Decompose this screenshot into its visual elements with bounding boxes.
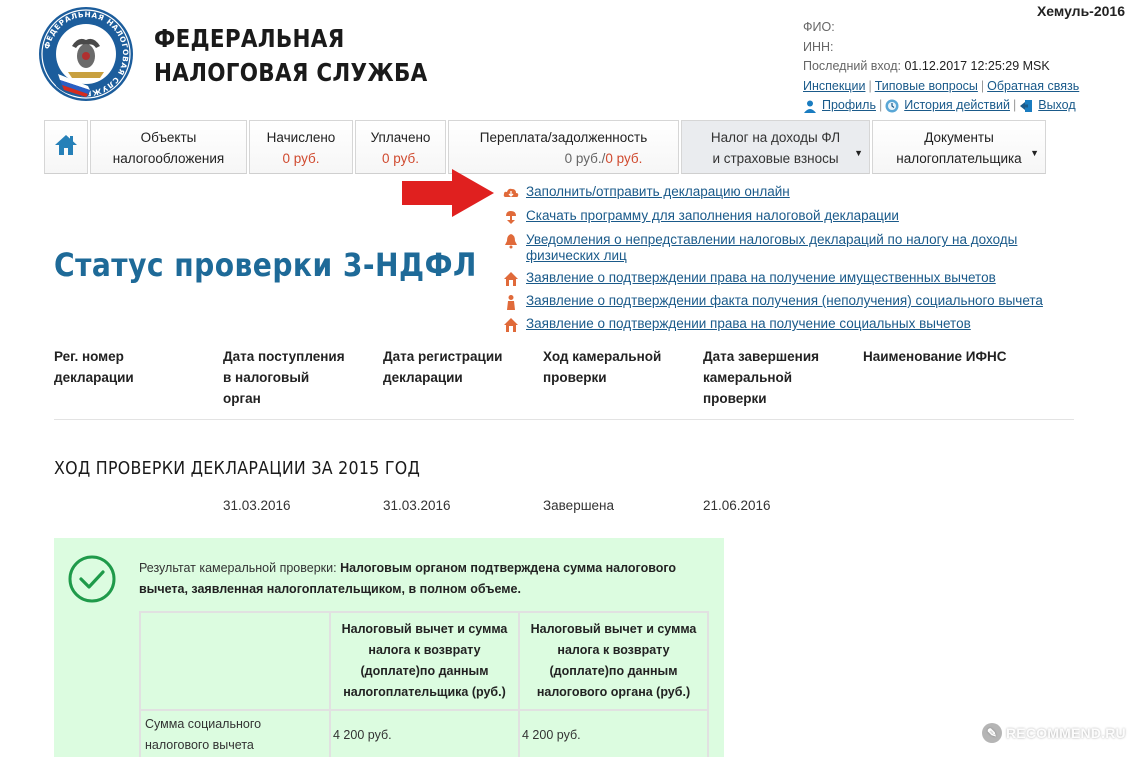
inn-label: ИНН: [803, 39, 834, 54]
page-title: Статус проверки 3-НДФЛ [54, 246, 477, 284]
registration-date-value: 31.03.2016 [383, 498, 451, 513]
house-icon [504, 272, 518, 286]
history-link[interactable]: История действий [904, 96, 1010, 116]
row-label: Сумма социального налогового вычета [139, 709, 331, 757]
col-reg-number: Рег. номер декларации [54, 349, 134, 385]
history-icon [885, 99, 899, 113]
col-audit-progress: Ход камеральной проверки [543, 349, 662, 385]
col-taxpayer-data: Налоговый вычет и сумма налога к возврату… [329, 611, 520, 711]
col-ifns-name: Наименование ИФНС [863, 349, 1007, 364]
table-row: Сумма социального налогового вычета 4 200… [139, 709, 709, 757]
main-nav: Объекты налогообложения Начислено 0 руб.… [44, 120, 1048, 174]
fns-logo[interactable]: ФЕДЕРАЛЬНАЯ НАЛОГОВАЯ СЛУЖБА [38, 6, 134, 102]
author-watermark: Хемуль-2016 [1036, 3, 1125, 19]
tab-accrued[interactable]: Начислено 0 руб. [249, 120, 353, 174]
overpayment-amount: 0 руб. [564, 151, 602, 166]
brand-line-1: ФЕДЕРАЛЬНАЯ [154, 24, 345, 53]
completion-date-value: 21.06.2016 [703, 498, 771, 513]
home-icon [55, 135, 77, 155]
col-completion-date: Дата завершения камеральной проверки [703, 349, 820, 406]
house-icon [504, 318, 518, 332]
tab-documents[interactable]: Документы налогоплательщика ▼ [872, 120, 1046, 174]
bell-icon [505, 234, 517, 249]
tab-tax-objects[interactable]: Объекты налогообложения [90, 120, 247, 174]
table-header: Рег. номер декларации Дата поступления в н… [54, 346, 1074, 420]
profile-link[interactable]: Профиль [822, 96, 876, 116]
red-arrow-icon [402, 169, 494, 217]
col-tax-authority-data: Налоговый вычет и сумма налога к возврату… [518, 611, 709, 711]
logout-icon [1020, 99, 1033, 112]
inspections-link[interactable]: Инспекции [803, 79, 865, 93]
download-icon [506, 211, 516, 224]
social-deduction-fact-link[interactable]: Заявление о подтверждении факта получени… [526, 293, 1043, 309]
accrued-amount: 0 руб. [282, 151, 320, 166]
brand-name: ФЕДЕРАЛЬНАЯ НАЛОГОВАЯ СЛУЖБА [154, 22, 428, 90]
chevron-down-icon: ▼ [854, 148, 863, 158]
debt-amount: 0 руб. [605, 151, 643, 166]
feedback-link[interactable]: Обратная связь [987, 79, 1079, 93]
last-login: Последний вход: 01.12.2017 12:25:29 MSK [803, 57, 1079, 77]
property-deduction-link[interactable]: Заявление о подтверждении права на получ… [526, 270, 996, 286]
paid-amount: 0 руб. [382, 151, 419, 166]
col-received-date: Дата поступления в налоговый орган [223, 349, 345, 406]
audit-result-text: Результат камеральной проверки: Налоговы… [139, 561, 677, 596]
profile-icon [804, 100, 816, 113]
user-panel: ФИО: ИНН: Последний вход: 01.12.2017 12:… [803, 18, 1079, 116]
tab-paid[interactable]: Уплачено 0 руб. [355, 120, 446, 174]
deduction-table: Налоговый вычет и сумма налога к возврату… [139, 611, 709, 757]
recommend-watermark: ✎ RECOMMEND.RU [982, 723, 1126, 743]
check-circle-icon [68, 555, 116, 603]
last-login-label: Последний вход: [803, 59, 901, 73]
download-program-link[interactable]: Скачать программу для заполнения налогов… [526, 208, 899, 224]
taxpayer-value: 4 200 руб. [329, 709, 520, 757]
tax-authority-value: 4 200 руб. [518, 709, 709, 757]
status-value: Завершена [543, 498, 615, 513]
notifications-link[interactable]: Уведомления о непредставлении налоговых … [526, 232, 1017, 264]
person-icon [507, 295, 515, 310]
logout-link[interactable]: Выход [1038, 96, 1075, 116]
tab-overpayment-debt[interactable]: Переплата/задолженность 0 руб./0 руб. [448, 120, 679, 174]
brand-line-2: НАЛОГОВАЯ СЛУЖБА [154, 58, 428, 87]
faq-link[interactable]: Типовые вопросы [875, 79, 978, 93]
last-login-value: 01.12.2017 12:25:29 MSK [904, 59, 1050, 73]
cloud-icon [503, 188, 519, 197]
section-title: ХОД ПРОВЕРКИ ДЕКЛАРАЦИИ ЗА 2015 ГОД [54, 458, 421, 479]
top-links: Инспекции | Типовые вопросы | Обратная связь [803, 78, 1080, 93]
col-registration-date: Дата регистрации декларации [383, 349, 503, 385]
tab-home[interactable] [44, 120, 88, 174]
account-links: Профиль | История действий | Выход [803, 96, 1079, 116]
chevron-down-icon: ▼ [1030, 148, 1039, 158]
fill-declaration-link[interactable]: Заполнить/отправить декларацию онлайн [526, 184, 790, 200]
audit-result-box: Результат камеральной проверки: Налоговы… [54, 538, 724, 757]
received-date-value: 31.03.2016 [223, 498, 291, 513]
fio-label: ФИО: [803, 20, 835, 34]
social-deductions-link[interactable]: Заявление о подтверждении права на получ… [526, 316, 971, 332]
tab-income-tax[interactable]: Налог на доходы ФЛ и страховые взносы ▼ [681, 120, 870, 174]
